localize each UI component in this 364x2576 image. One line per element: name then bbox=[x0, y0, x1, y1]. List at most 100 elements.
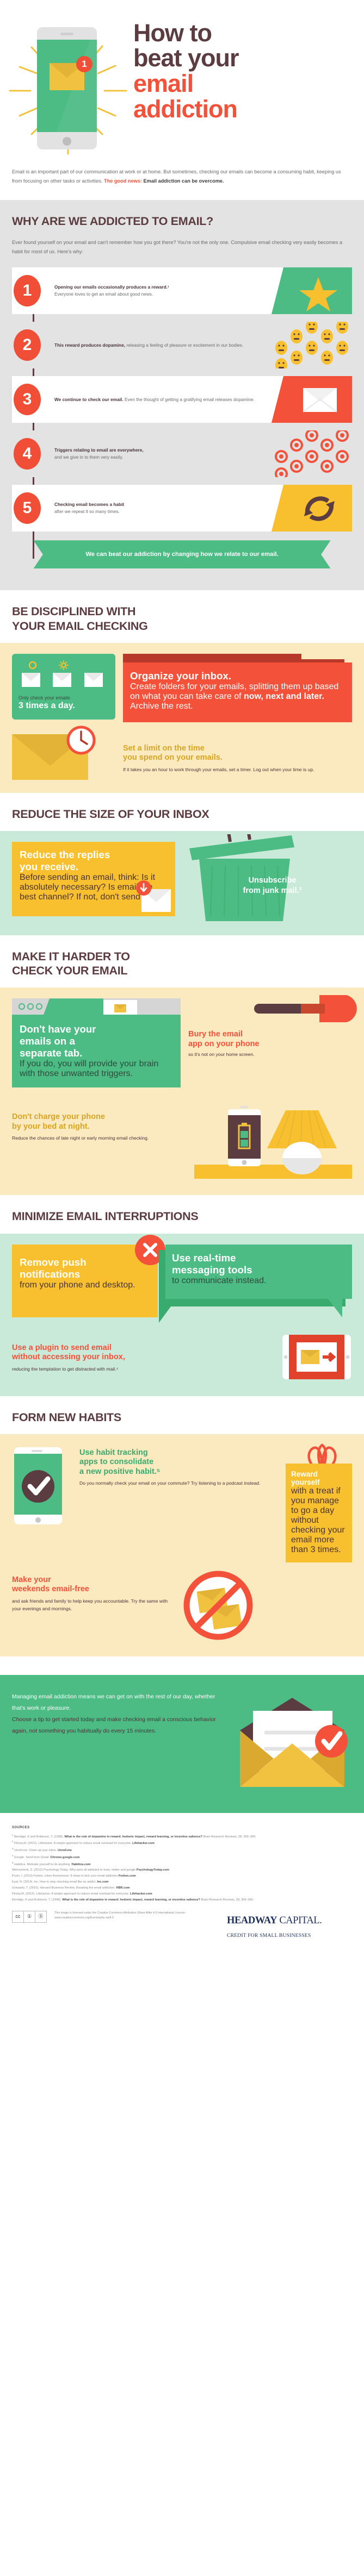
phone-home-button bbox=[63, 137, 71, 146]
card-weekends-title-1: Make your bbox=[12, 1575, 51, 1584]
brand-tagline: CREDIT FOR SMALL BUSINESSES bbox=[227, 1932, 311, 1939]
key-message-ribbon: We can beat our addiction by changing ho… bbox=[24, 540, 340, 569]
phone-body: 1 bbox=[37, 27, 97, 149]
step-artwork bbox=[272, 267, 352, 315]
chat-bubble-back-tail bbox=[159, 1306, 171, 1323]
step-text: Checking email becomes a habit after we … bbox=[42, 485, 272, 532]
sun-icon bbox=[58, 660, 69, 670]
moon-icon bbox=[92, 661, 97, 669]
step-rest: after we repeat it so many times. bbox=[54, 509, 120, 515]
section-reduce-heading: REDUCE THE SIZE OF YOUR INBOX bbox=[12, 807, 209, 821]
envelope-icon bbox=[84, 672, 103, 687]
source-item: 4 Google. Send from Gmail. Chrome.google… bbox=[12, 1854, 80, 1859]
step-artwork bbox=[272, 322, 352, 369]
card-tab-title-1: Don't have your bbox=[20, 1023, 96, 1035]
card-tab-title-3: separate tab. bbox=[20, 1047, 83, 1059]
section-why-header: WHY ARE WE ADDICTED TO EMAIL? bbox=[0, 200, 364, 238]
source-item: 1 Berridge, K and Robinson, T. (1998). W… bbox=[12, 1833, 256, 1839]
step-number: 2 bbox=[12, 322, 42, 368]
card-charge-body: Reduce the chances of late night or earl… bbox=[12, 1135, 149, 1141]
card-realtime-title-2: messaging tools bbox=[172, 1264, 252, 1276]
browser-window-illustration: Don't have your emails on a separate tab… bbox=[12, 998, 181, 1088]
source-item: 5 Habitica. Motivate yourself to do anyt… bbox=[12, 1861, 91, 1866]
star-icon bbox=[272, 267, 352, 315]
card-organize-body: Create folders for your emails, splittin… bbox=[130, 681, 339, 711]
heading-line-1: BE DISCIPLINED WITH bbox=[12, 605, 136, 618]
card-bury-title-1: Bury the email bbox=[188, 1030, 243, 1039]
card-habit-tracking: Use habit tracking apps to consolidate a… bbox=[72, 1445, 278, 1487]
step-number: 4 bbox=[12, 430, 42, 477]
step-bold: We continue to check our email. bbox=[54, 396, 124, 402]
section-disciplined-body: Only check your emails 3 times a day. Or… bbox=[0, 642, 364, 793]
brand-name: HEADWAY CAPITAL. bbox=[227, 1915, 322, 1926]
smiley-faces-icon bbox=[275, 322, 348, 369]
card-charge-title-2: by your bed at night. bbox=[12, 1122, 90, 1131]
card-organize-inbox: Organize your inbox. Create folders for … bbox=[123, 662, 352, 722]
infographic-page: 1 How to beat your email addiction Email… bbox=[0, 0, 364, 1955]
card-replies-title-2: you receive. bbox=[20, 860, 79, 872]
intro-text-bold: Email addiction can be overcome. bbox=[141, 178, 224, 184]
section-minimize-header: MINIMIZE EMAIL INTERRUPTIONS bbox=[0, 1195, 364, 1234]
step-rest: Even the thought of getting a gratifying… bbox=[123, 396, 255, 402]
conclusion-dark-text: Choose a tip to get started today and ma… bbox=[12, 1716, 216, 1734]
ribbon-label: We can beat our addiction by changing ho… bbox=[85, 551, 279, 558]
section-minimize-heading: MINIMIZE EMAIL INTERRUPTIONS bbox=[12, 1210, 199, 1223]
bedside-lamp-and-phone-illustration bbox=[194, 1106, 352, 1179]
spacer bbox=[0, 1656, 364, 1675]
hero-section: 1 How to beat your email addiction bbox=[0, 0, 364, 163]
card-limit-body: If it takes you an hour to work through … bbox=[123, 766, 314, 772]
conclusion-white-text: Managing email addiction means we can ge… bbox=[12, 1693, 215, 1711]
card-push-body: from your phone and desktop. bbox=[20, 1280, 135, 1290]
source-item: Pinola,M. (2012). Lifehacker. A simple a… bbox=[12, 1892, 152, 1896]
section-habits-body: Use habit tracking apps to consolidate a… bbox=[0, 1434, 364, 1656]
list-item: 3 We continue to check our email. Even t… bbox=[12, 376, 352, 423]
refresh-cycle-icon bbox=[272, 485, 352, 532]
step-bold: This reward produces dopamine, bbox=[54, 342, 126, 348]
download-arrow-icon bbox=[136, 880, 151, 896]
source-item: Pozin, I. (2013) Forbes. Inbox Anonymous… bbox=[12, 1874, 136, 1878]
page-title: How to beat your email addiction bbox=[133, 21, 362, 122]
no-email-prohibition-icon bbox=[183, 1571, 253, 1640]
brand-logo: HEADWAY CAPITAL. CREDIT FOR SMALL BUSINE… bbox=[227, 1911, 352, 1941]
section-disciplined-heading: BE DISCIPLINED WITH YOUR EMAIL CHECKING bbox=[12, 604, 352, 633]
title-line-1: How to bbox=[133, 19, 212, 47]
card-replies-title-1: Reduce the replies bbox=[20, 848, 110, 860]
card-unsubscribe-line-2: from junk mail.³ bbox=[243, 886, 302, 896]
card-organize-title: Organize your inbox. bbox=[130, 670, 232, 681]
card-three-times-a-day: Only check your emails 3 times a day. bbox=[12, 653, 115, 720]
card-three-times-big: 3 times a day. bbox=[18, 701, 75, 710]
step-text: We continue to check our email. Even the… bbox=[42, 376, 272, 423]
footer: cc ① Ⓢ This image is licensed under the Cr… bbox=[12, 1910, 352, 1941]
card-reward-title-2: yourself bbox=[291, 1478, 320, 1486]
steps-list: 1 Opening our emails occasionally produc… bbox=[0, 264, 364, 590]
source-item: Schwartz, T. (2010). Harvard Business Re… bbox=[12, 1886, 130, 1890]
envelope-icon bbox=[22, 672, 41, 687]
card-plugin-body: reducing the temptation to get distracte… bbox=[12, 1366, 119, 1372]
section-minimize-body: Remove push notifications from your phon… bbox=[0, 1233, 364, 1396]
card-realtime-body: to communicate instead. bbox=[172, 1276, 267, 1285]
step-text: Triggers relating to email are everywher… bbox=[42, 430, 272, 477]
step-rest: Everyone loves to get an email about goo… bbox=[54, 291, 153, 297]
section-why-subtitle: Ever found yourself on your email and ca… bbox=[12, 240, 343, 255]
source-item: Weinschenk, S. (2012) Psychology Today. … bbox=[12, 1868, 169, 1872]
step-artwork bbox=[272, 485, 352, 532]
step-number: 3 bbox=[12, 376, 42, 423]
card-reward-body: with a treat if you manage to go a day w… bbox=[291, 1486, 345, 1554]
card-tracking-title-1: Use habit tracking bbox=[79, 1448, 148, 1457]
window-dots-icon bbox=[18, 1003, 42, 1010]
intro-paragraph: Email is an important part of our commun… bbox=[0, 163, 364, 200]
card-charge-title-1: Don't charge your phone bbox=[12, 1112, 106, 1122]
card-realtime-title-1: Use real-time bbox=[172, 1252, 236, 1264]
title-line-3: email bbox=[133, 69, 194, 97]
card-plugin-title-2: without accessing your inbox, bbox=[12, 1353, 125, 1362]
chat-bubble-tail bbox=[328, 1298, 342, 1317]
section-habits-header: FORM NEW HABITS bbox=[0, 1396, 364, 1434]
step-artwork bbox=[272, 376, 352, 423]
shovel-icon bbox=[254, 995, 357, 1023]
section-why-heading: WHY ARE WE ADDICTED TO EMAIL? bbox=[12, 215, 213, 228]
card-tab-body: If you do, you will provide your brain w… bbox=[20, 1059, 159, 1079]
card-tracking-body: Do you normally check your email on your… bbox=[79, 1480, 261, 1486]
section-harder-header: MAKE IT HARDER TO CHECK YOUR EMAIL bbox=[0, 935, 364, 988]
source-item: 3 Unroll.me. Clean up your inbox. Unroll… bbox=[12, 1847, 72, 1852]
